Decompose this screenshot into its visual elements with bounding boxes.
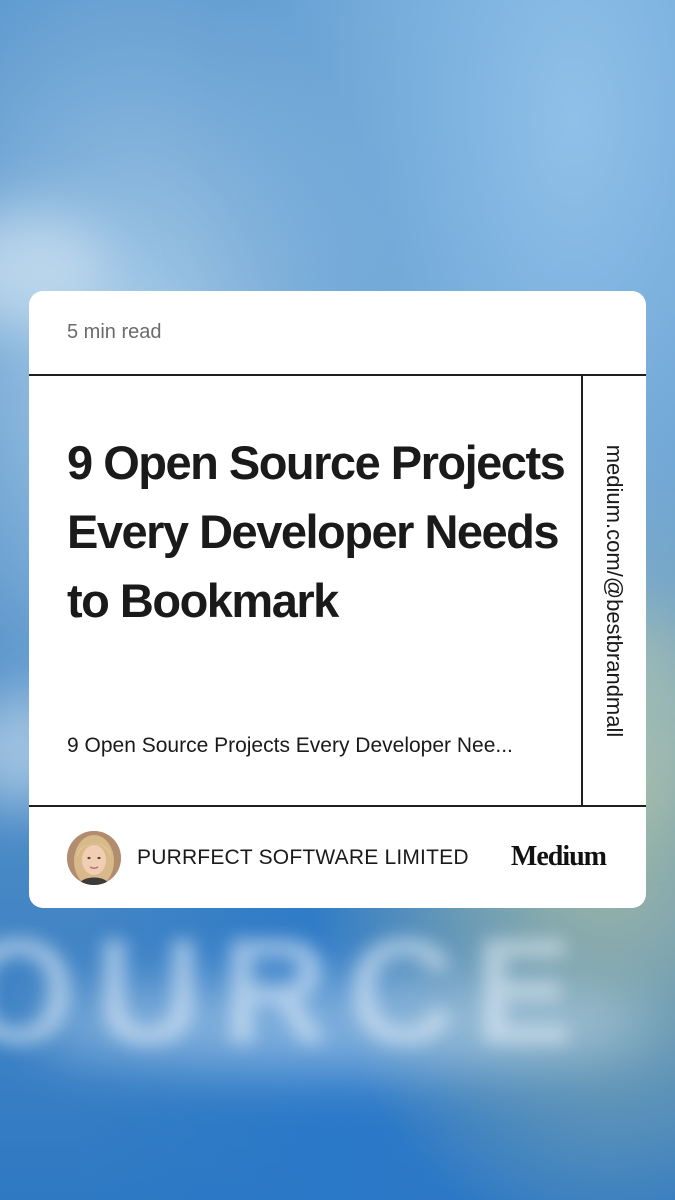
card-body: 9 Open Source Projects Every Developer N…: [29, 376, 646, 807]
side-url-column: medium.com/@bestbrandmall: [581, 376, 646, 805]
avatar-portrait-icon: [67, 831, 121, 885]
medium-logo[interactable]: Medium: [511, 841, 607, 873]
background-blurred-word: OURCE: [0, 907, 592, 1075]
card-header: 5 min read: [29, 291, 646, 376]
article-title[interactable]: 9 Open Source Projects Every Developer N…: [67, 428, 567, 635]
read-time-label: 5 min read: [67, 321, 162, 343]
article-subtitle: 9 Open Source Projects Every Developer N…: [67, 734, 513, 757]
author-avatar[interactable]: [67, 831, 121, 885]
article-share-card[interactable]: 5 min read 9 Open Source Projects Every …: [29, 291, 646, 908]
author-profile-url[interactable]: medium.com/@bestbrandmall: [601, 444, 627, 737]
author-name[interactable]: PURRFECT SOFTWARE LIMITED: [137, 846, 469, 870]
card-footer: PURRFECT SOFTWARE LIMITED Medium: [29, 807, 646, 908]
